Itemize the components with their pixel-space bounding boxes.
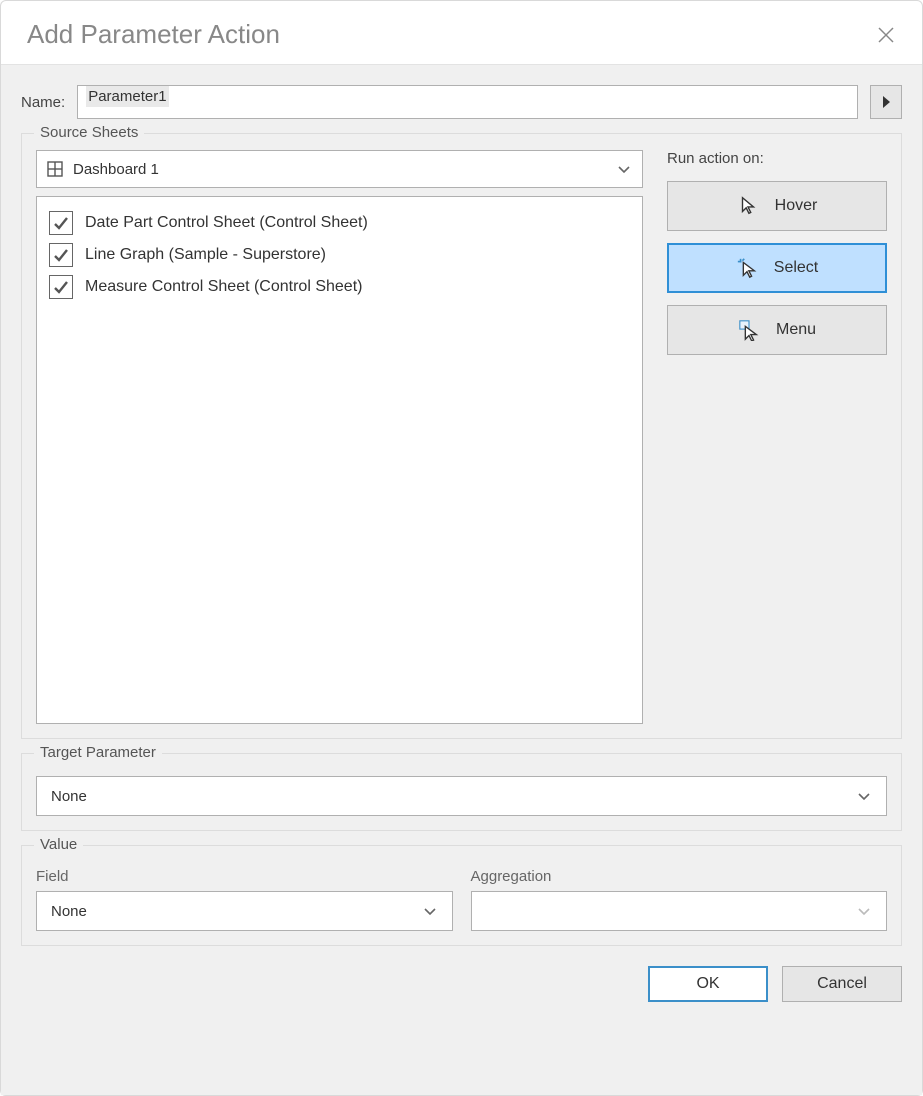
target-parameter-fieldset: Target Parameter None xyxy=(21,753,902,831)
run-select-button[interactable]: Select xyxy=(667,243,887,293)
run-action-label: Run action on: xyxy=(667,150,887,167)
aggregation-label: Aggregation xyxy=(471,868,888,885)
value-fieldset: Value Field None Aggregation xyxy=(21,845,902,946)
dialog-footer: OK Cancel xyxy=(21,966,902,1002)
titlebar: Add Parameter Action xyxy=(1,1,922,64)
sheet-item[interactable]: Date Part Control Sheet (Control Sheet) xyxy=(45,207,634,239)
field-value: None xyxy=(51,903,87,920)
chevron-down-icon xyxy=(856,788,872,804)
source-sheets-legend: Source Sheets xyxy=(34,124,144,141)
checkbox[interactable] xyxy=(49,275,73,299)
dialog-title: Add Parameter Action xyxy=(27,19,280,50)
value-legend: Value xyxy=(34,836,83,853)
sheet-label: Line Graph (Sample - Superstore) xyxy=(85,246,326,264)
check-icon xyxy=(53,247,69,263)
triangle-right-icon xyxy=(883,96,890,108)
sheet-list[interactable]: Date Part Control Sheet (Control Sheet) … xyxy=(36,196,643,724)
ok-button[interactable]: OK xyxy=(648,966,768,1002)
name-value: Parameter1 xyxy=(86,86,168,107)
chevron-down-icon xyxy=(856,903,872,919)
name-input[interactable]: Parameter1 xyxy=(77,85,858,119)
run-hover-label: Hover xyxy=(775,197,818,215)
target-parameter-legend: Target Parameter xyxy=(34,744,162,761)
chevron-down-icon xyxy=(422,903,438,919)
target-parameter-dropdown[interactable]: None xyxy=(36,776,887,816)
add-parameter-action-dialog: Add Parameter Action Name: Parameter1 So… xyxy=(0,0,923,1096)
run-select-label: Select xyxy=(774,259,818,277)
cursor-menu-icon xyxy=(738,319,760,341)
run-hover-button[interactable]: Hover xyxy=(667,181,887,231)
name-menu-button[interactable] xyxy=(870,85,902,119)
dashboard-icon xyxy=(47,161,63,177)
field-dropdown[interactable]: None xyxy=(36,891,453,931)
run-menu-label: Menu xyxy=(776,321,816,339)
chevron-down-icon xyxy=(616,161,632,177)
dashboard-dropdown[interactable]: Dashboard 1 xyxy=(36,150,643,188)
target-parameter-value: None xyxy=(51,788,87,805)
cancel-button[interactable]: Cancel xyxy=(782,966,902,1002)
run-menu-button[interactable]: Menu xyxy=(667,305,887,355)
sheet-item[interactable]: Line Graph (Sample - Superstore) xyxy=(45,239,634,271)
sheet-label: Measure Control Sheet (Control Sheet) xyxy=(85,278,362,296)
name-row: Name: Parameter1 xyxy=(21,85,902,119)
cursor-hover-icon xyxy=(737,195,759,217)
checkbox[interactable] xyxy=(49,243,73,267)
name-label: Name: xyxy=(21,94,65,111)
close-icon[interactable] xyxy=(876,25,896,45)
check-icon xyxy=(53,279,69,295)
source-sheets-fieldset: Source Sheets Dashboard 1 xyxy=(21,133,902,739)
aggregation-dropdown[interactable] xyxy=(471,891,888,931)
sheet-item[interactable]: Measure Control Sheet (Control Sheet) xyxy=(45,271,634,303)
check-icon xyxy=(53,215,69,231)
dialog-body: Name: Parameter1 Source Sheets xyxy=(1,64,922,1095)
sheet-label: Date Part Control Sheet (Control Sheet) xyxy=(85,214,368,232)
dashboard-value: Dashboard 1 xyxy=(73,161,159,178)
checkbox[interactable] xyxy=(49,211,73,235)
field-label: Field xyxy=(36,868,453,885)
cursor-select-icon xyxy=(736,257,758,279)
